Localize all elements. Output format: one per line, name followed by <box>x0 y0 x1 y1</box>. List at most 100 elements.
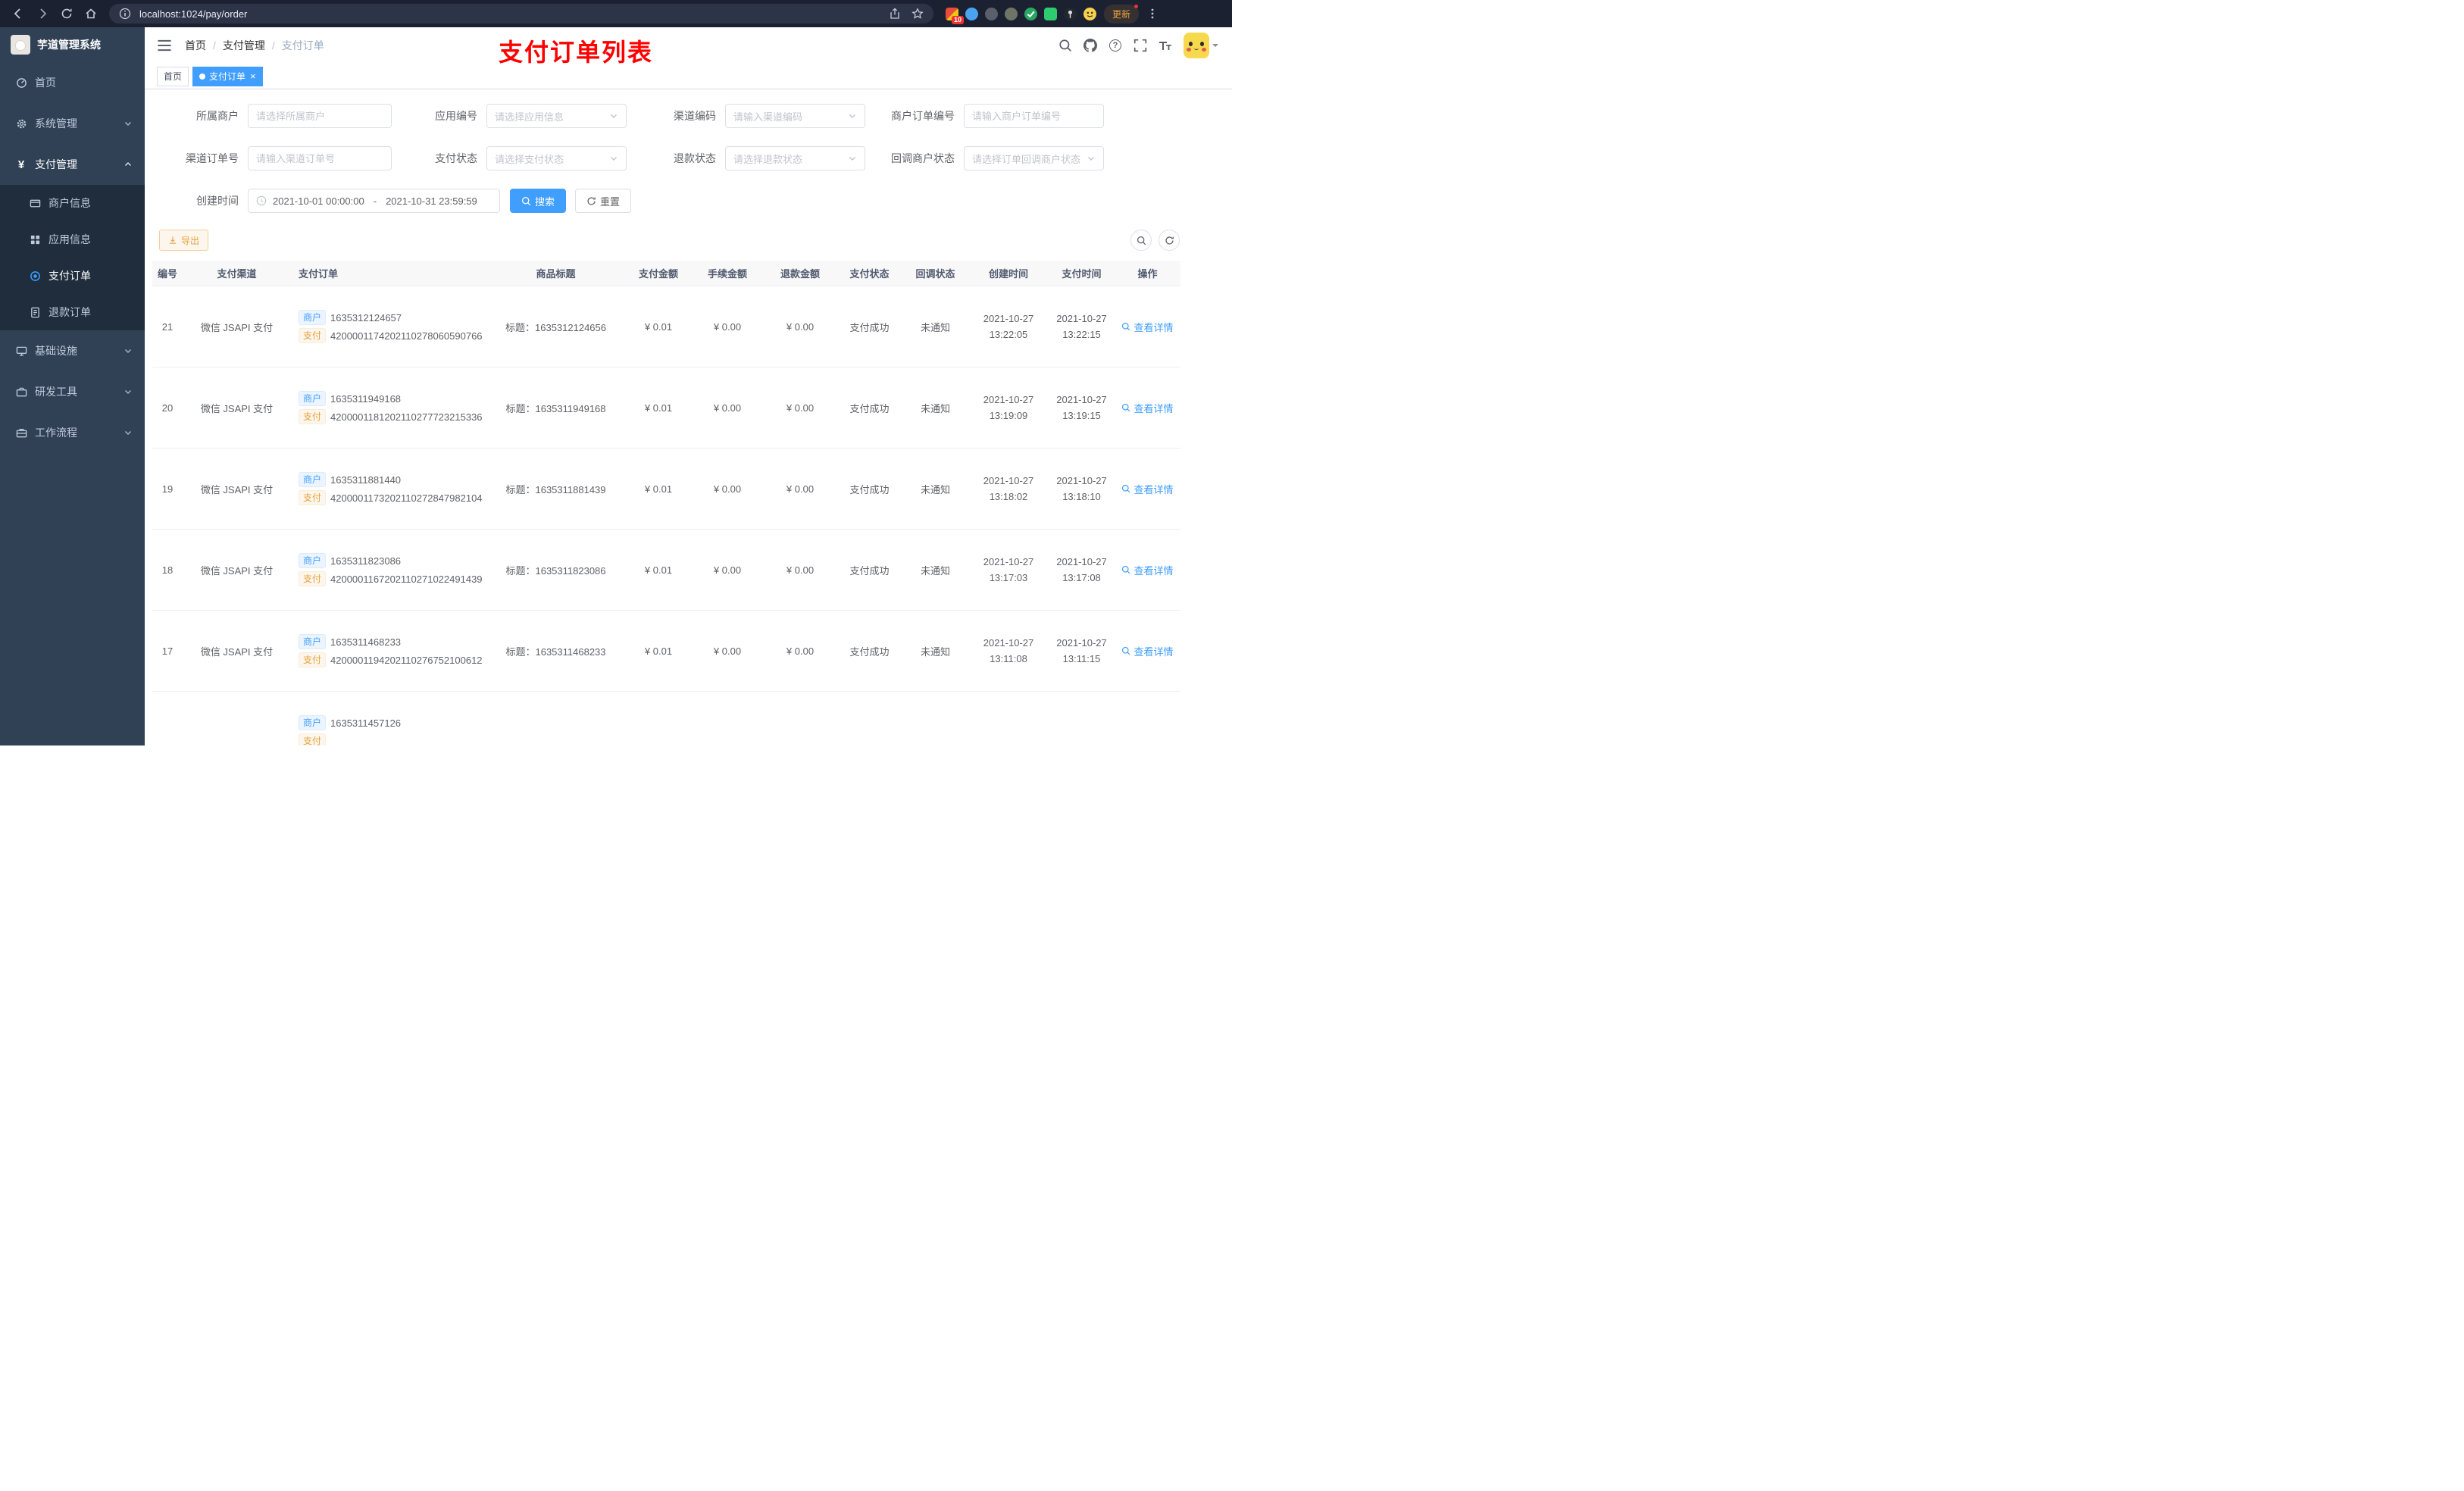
back-icon[interactable] <box>8 3 29 24</box>
user-avatar[interactable] <box>1184 33 1218 58</box>
sidebar-item-pay-order[interactable]: 支付订单 <box>0 258 145 294</box>
cell-create-time: 2021-10-27 13:22:05 <box>983 312 1034 340</box>
cell-pay-time: 2021-10-27 13:11:15 <box>1056 636 1107 664</box>
tab-pay-order[interactable]: 支付订单 × <box>192 66 263 86</box>
sidebar-item-workflow[interactable]: 工作流程 <box>0 412 145 453</box>
view-detail-link[interactable]: 查看详情 <box>1121 401 1174 415</box>
home-icon[interactable] <box>80 3 102 24</box>
sidebar-menu: 首页 系统管理 ¥ 支付管理 商户信息 应用信息 支付订单 退款订单 基础设施 … <box>0 62 145 453</box>
app-title: 芋道管理系统 <box>37 39 101 51</box>
chevron-down-icon <box>125 349 131 353</box>
channel-order-no-filter-label: 渠道订单号 <box>186 152 239 164</box>
breadcrumb-pay-mgmt[interactable]: 支付管理 <box>223 38 265 53</box>
breadcrumb-home[interactable]: 首页 <box>185 38 206 53</box>
bookmark-star-icon[interactable] <box>909 5 926 22</box>
merchant-order-no: 1635311881440 <box>330 474 402 486</box>
help-icon[interactable]: ? <box>1108 39 1122 52</box>
cell-pay-order: 商户 1635311468233 支付 42000011942021102767… <box>291 631 486 670</box>
sidebar-item-merchant-info[interactable]: 商户信息 <box>0 185 145 221</box>
cell-pay-time: 2021-10-27 13:22:15 <box>1056 312 1107 340</box>
sidebar-item-infra[interactable]: 基础设施 <box>0 330 145 371</box>
extension-badge: 10 <box>951 15 964 24</box>
extensions-cluster: 10 <box>946 7 1096 24</box>
chevron-down-icon <box>1088 157 1094 161</box>
pay-tag: 支付 <box>299 733 327 746</box>
pay-status-filter-label: 支付状态 <box>435 152 477 164</box>
cell-id: 21 <box>161 320 174 333</box>
chevron-down-icon <box>849 114 855 118</box>
cell-status: 支付成功 <box>849 564 890 577</box>
chevron-down-icon <box>849 157 855 161</box>
extension-icon[interactable] <box>1044 7 1057 20</box>
col-refund: 退款金额 <box>780 268 820 280</box>
callback-status-filter-select[interactable]: 请选择订单回调商户状态 <box>964 146 1104 170</box>
sidebar-item-refund-order[interactable]: 退款订单 <box>0 294 145 330</box>
cell-channel: 微信 JSAPI 支付 <box>200 564 274 577</box>
refund-status-filter-label: 退款状态 <box>674 152 716 164</box>
card-icon <box>29 197 41 209</box>
create-time-range-picker[interactable]: 2021-10-01 00:00:00 - 2021-10-31 23:59:5… <box>248 189 500 213</box>
channel-order-no-filter-input[interactable] <box>248 146 392 170</box>
cell-channel: 微信 JSAPI 支付 <box>200 645 274 658</box>
cell-title: 标题：1635311949168 <box>505 402 606 414</box>
refresh-table-button[interactable] <box>1159 230 1180 251</box>
merchant-order-no-filter-input[interactable] <box>964 104 1104 128</box>
share-icon[interactable] <box>886 5 903 22</box>
sidebar-item-home[interactable]: 首页 <box>0 62 145 103</box>
tags-view: 首页 支付订单 × <box>145 64 1232 89</box>
cell-pay-time: 2021-10-27 13:18:10 <box>1056 474 1107 502</box>
browser-update-button[interactable]: 更新 <box>1104 4 1140 23</box>
view-detail-link[interactable]: 查看详情 <box>1121 563 1174 577</box>
refresh-icon[interactable] <box>56 3 77 24</box>
export-button[interactable]: 导出 <box>159 230 209 251</box>
close-tab-icon[interactable]: × <box>250 71 256 81</box>
refund-status-filter-select[interactable]: 请选择退款状态 <box>725 146 865 170</box>
extension-icon[interactable] <box>1064 7 1077 20</box>
channel-code-filter-select[interactable]: 请输入渠道编码 <box>725 104 865 128</box>
view-detail-link[interactable]: 查看详情 <box>1121 644 1174 658</box>
logo-avatar <box>11 35 30 55</box>
address-bar[interactable]: localhost:1024/pay/order <box>109 4 933 23</box>
reset-button[interactable]: 重置 <box>575 189 632 213</box>
cell-refund: ¥ 0.00 <box>786 402 815 414</box>
extension-icon[interactable] <box>1024 7 1037 20</box>
sidebar-item-system[interactable]: 系统管理 <box>0 103 145 144</box>
extension-icon[interactable] <box>1005 7 1018 20</box>
view-detail-link[interactable]: 查看详情 <box>1121 482 1174 496</box>
view-detail-link[interactable]: 查看详情 <box>1121 320 1174 334</box>
cell-status: 支付成功 <box>849 483 890 495</box>
cell-fee: ¥ 0.00 <box>713 564 742 576</box>
extension-icon[interactable] <box>985 7 998 20</box>
range-start: 2021-10-01 00:00:00 <box>273 195 364 207</box>
extension-icon[interactable] <box>965 7 978 20</box>
search-icon[interactable] <box>1058 39 1072 52</box>
font-size-icon[interactable] <box>1159 39 1172 52</box>
github-icon[interactable] <box>1083 39 1097 52</box>
app-filter-select[interactable]: 请选择应用信息 <box>486 104 627 128</box>
extension-icon[interactable]: 10 <box>946 7 964 24</box>
pay-tag: 支付 <box>299 490 327 505</box>
fullscreen-icon[interactable] <box>1134 39 1147 52</box>
sidebar-item-payment[interactable]: ¥ 支付管理 <box>0 144 145 185</box>
pay-tag: 支付 <box>299 328 327 343</box>
pay-status-filter-select[interactable]: 请选择支付状态 <box>486 146 627 170</box>
search-button[interactable]: 搜索 <box>510 189 567 213</box>
merchant-filter-label: 所属商户 <box>196 110 239 122</box>
sidebar-toggle-icon[interactable] <box>156 37 173 54</box>
cell-pay-order: 商户 1635312124657 支付 42000011742021102780… <box>291 307 486 346</box>
forward-icon[interactable] <box>32 3 53 24</box>
merchant-filter-input[interactable] <box>248 104 392 128</box>
tab-home[interactable]: 首页 <box>157 66 189 86</box>
cell-action: 查看详情 <box>1115 320 1180 334</box>
cell-pay-time: 2021-10-27 13:19:15 <box>1056 393 1107 421</box>
browser-menu-icon[interactable] <box>1142 3 1163 24</box>
site-info-icon[interactable] <box>117 5 133 22</box>
col-notify: 回调状态 <box>915 268 955 280</box>
extension-icon[interactable] <box>1083 7 1096 20</box>
cell-id: 19 <box>161 483 174 495</box>
sidebar-item-app-info[interactable]: 应用信息 <box>0 221 145 258</box>
sidebar-item-devtools[interactable]: 研发工具 <box>0 371 145 412</box>
app-filter-label: 应用编号 <box>435 110 477 122</box>
cell-channel: 微信 JSAPI 支付 <box>200 483 274 495</box>
toggle-search-button[interactable] <box>1130 230 1152 251</box>
